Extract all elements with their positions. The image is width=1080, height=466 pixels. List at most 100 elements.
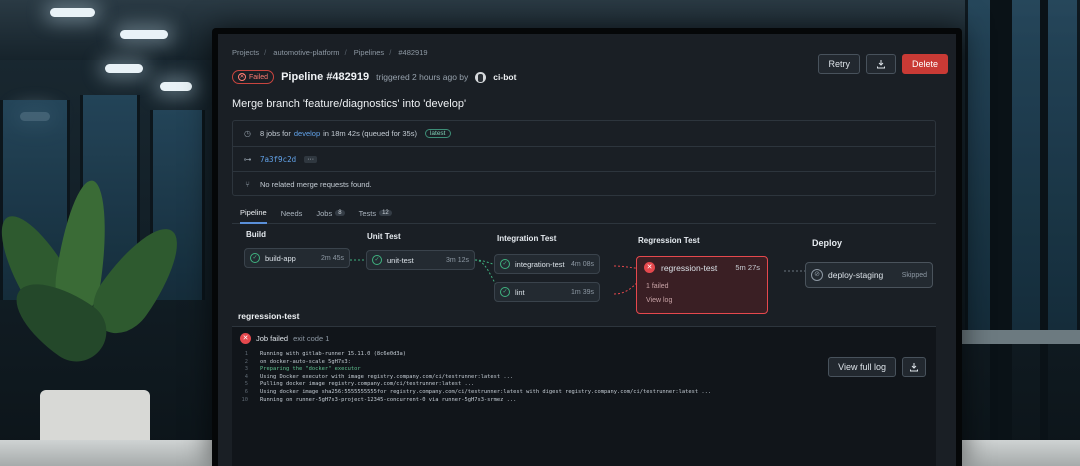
log-line: 4 Using Docker executor with image regist…	[240, 374, 711, 382]
line-text: Running with gitlab-runner 15.11.0 (8c6e…	[260, 351, 407, 357]
merge-title: Merge branch 'feature/diagnostics' into …	[232, 98, 467, 110]
tab-needs[interactable]: Needs	[281, 202, 303, 224]
status-badge: ✕ Failed	[232, 70, 275, 84]
download-button[interactable]	[865, 54, 896, 74]
download-log-button[interactable]	[902, 357, 926, 377]
tab-count: 12	[379, 210, 392, 216]
stage-deploy: Deploy	[812, 238, 843, 248]
tab-jobs[interactable]: Jobs 8	[316, 202, 345, 224]
job-name: integration-test	[515, 259, 565, 269]
job-name: deploy-staging	[828, 270, 884, 280]
job-duration: 2m 45s	[321, 254, 344, 262]
job-header: ✕ regression-test 5m 27s	[644, 262, 760, 273]
tab-tests[interactable]: Tests 12	[359, 202, 392, 224]
more-button[interactable]: ···	[304, 155, 318, 163]
toolbar: Retry Delete	[818, 54, 948, 74]
job-build-app[interactable]: ✓ build-app 2m 45s	[244, 248, 350, 268]
job-failed-banner: ✕ Job failed exit code 1	[240, 333, 329, 344]
failed-count: 1 failed	[646, 283, 669, 290]
breadcrumb: Projects / automotive-platform / Pipelines…	[232, 48, 428, 57]
check-icon: ✓	[500, 287, 510, 297]
line-text: Running on runner-5gH7s3-project-12345-c…	[260, 396, 517, 403]
line-number: 2	[244, 358, 248, 365]
info-row-mr: ⑂ No related merge requests found.	[233, 171, 935, 196]
view-log-link[interactable]: View log	[646, 297, 760, 304]
monitor: Projects / automotive-platform / Pipelines…	[212, 28, 962, 466]
clock-icon: ◷	[244, 129, 251, 138]
job-regression-test[interactable]: ✕ regression-test 5m 27s 1 failed View l…	[636, 256, 768, 314]
breadcrumb-projects[interactable]: Projects	[232, 48, 259, 57]
pipeline-title: Pipeline #482919	[281, 71, 370, 83]
job-name: build-app	[265, 253, 296, 263]
trigger-text: triggered 2 hours ago by	[376, 72, 469, 82]
job-duration: 3m 12s	[446, 256, 469, 264]
column	[990, 0, 1012, 440]
info-row-commit: ⊶ 7a3f9c2d ···	[233, 146, 935, 171]
tab-bar: Pipeline Needs Jobs 8 Tests 12	[232, 202, 936, 224]
info-row-jobs: ◷ 8 jobs for develop in 18m 42s (queued …	[233, 121, 935, 146]
breadcrumb-project[interactable]: automotive-platform	[273, 48, 339, 57]
job-name: unit-test	[387, 255, 414, 265]
delete-button[interactable]: Delete	[901, 54, 948, 74]
log-line: 2 on docker-auto-scale 5gH7s3:	[240, 359, 711, 367]
x-circle-icon: ✕	[240, 333, 251, 344]
stage-integration-test: Integration Test	[497, 234, 557, 243]
check-icon: ✓	[250, 253, 260, 263]
download-icon	[910, 363, 918, 372]
ceiling-lamp	[50, 8, 95, 17]
pipeline-header: ✕ Failed Pipeline #482919 triggered 2 ho…	[232, 70, 516, 84]
screen: Projects / automotive-platform / Pipelines…	[218, 34, 956, 466]
check-icon: ✓	[500, 259, 510, 269]
tab-label: Jobs	[316, 208, 333, 218]
pipeline-info: ◷ 8 jobs for develop in 18m 42s (queued …	[232, 120, 936, 196]
retry-button[interactable]: Retry	[818, 54, 860, 74]
log-line: 6 Using docker image sha256:5555555555for…	[240, 389, 711, 397]
tab-label: Pipeline	[240, 207, 267, 217]
log-title: regression-test	[238, 311, 300, 321]
line-number: 5	[244, 381, 248, 388]
job-name: regression-test	[661, 262, 718, 273]
plant	[0, 177, 210, 460]
line-number: 1	[244, 351, 248, 357]
log-actions: View full log	[828, 357, 926, 377]
skipped-icon: ⊘	[811, 269, 823, 281]
log-line: 3 Preparing the "docker" executor	[240, 366, 711, 374]
job-integration-test[interactable]: ✓ integration-test 4m 08s	[494, 254, 600, 274]
view-full-log-button[interactable]: View full log	[828, 357, 896, 377]
user-name[interactable]: ci-bot	[493, 72, 516, 82]
job-duration: 1m 39s	[571, 288, 594, 296]
jobs-prefix: 8 jobs for	[260, 129, 291, 138]
merge-request-icon: ⑂	[245, 179, 250, 189]
job-deploy-staging[interactable]: ⊘ deploy-staging Skipped	[805, 262, 933, 288]
column	[1040, 0, 1048, 440]
line-number: 4	[244, 373, 248, 380]
stage-unit-test: Unit Test	[367, 232, 401, 241]
job-log: ✕ Job failed exit code 1 1 Running with g…	[232, 326, 936, 466]
exit-code: exit code 1	[293, 334, 330, 343]
log-lines: 1 Running with gitlab-runner 15.11.0 (8c6…	[240, 351, 712, 405]
job-lint[interactable]: ✓ lint 1m 39s	[494, 282, 600, 302]
branch-link[interactable]: develop	[294, 129, 320, 138]
job-duration: 5m 27s	[735, 263, 760, 272]
stage-build: Build	[246, 230, 266, 239]
line-text: Using docker image sha256:5555555555for …	[260, 388, 712, 395]
job-duration: 4m 08s	[571, 260, 594, 268]
log-line: 1 Running with gitlab-runner 15.11.0 (8c6…	[240, 351, 711, 359]
job-unit-test[interactable]: ✓ unit-test 3m 12s	[366, 250, 475, 270]
x-circle-icon: ✕	[238, 73, 246, 81]
window	[965, 0, 1080, 330]
check-icon: ✓	[372, 255, 382, 265]
avatar	[475, 71, 487, 83]
ceiling-lamp	[120, 30, 168, 39]
ceiling-lamp	[105, 64, 143, 73]
tab-pipeline[interactable]: Pipeline	[240, 202, 267, 224]
commit-link[interactable]: 7a3f9c2d	[260, 155, 296, 164]
pipeline-graph: Build ✓ build-app 2m 45s Unit Test ✓ uni…	[232, 226, 956, 326]
job-failed-label: Job failed	[256, 334, 289, 343]
latest-badge: latest	[424, 129, 451, 138]
line-text: Pulling docker image registry.company.co…	[260, 381, 475, 388]
status-text: Failed	[249, 73, 269, 81]
ceiling-lamp	[160, 82, 192, 91]
breadcrumb-pipelines[interactable]: Pipelines	[354, 48, 384, 57]
log-line: 10 Running on runner-5gH7s3-project-12345…	[240, 397, 711, 405]
